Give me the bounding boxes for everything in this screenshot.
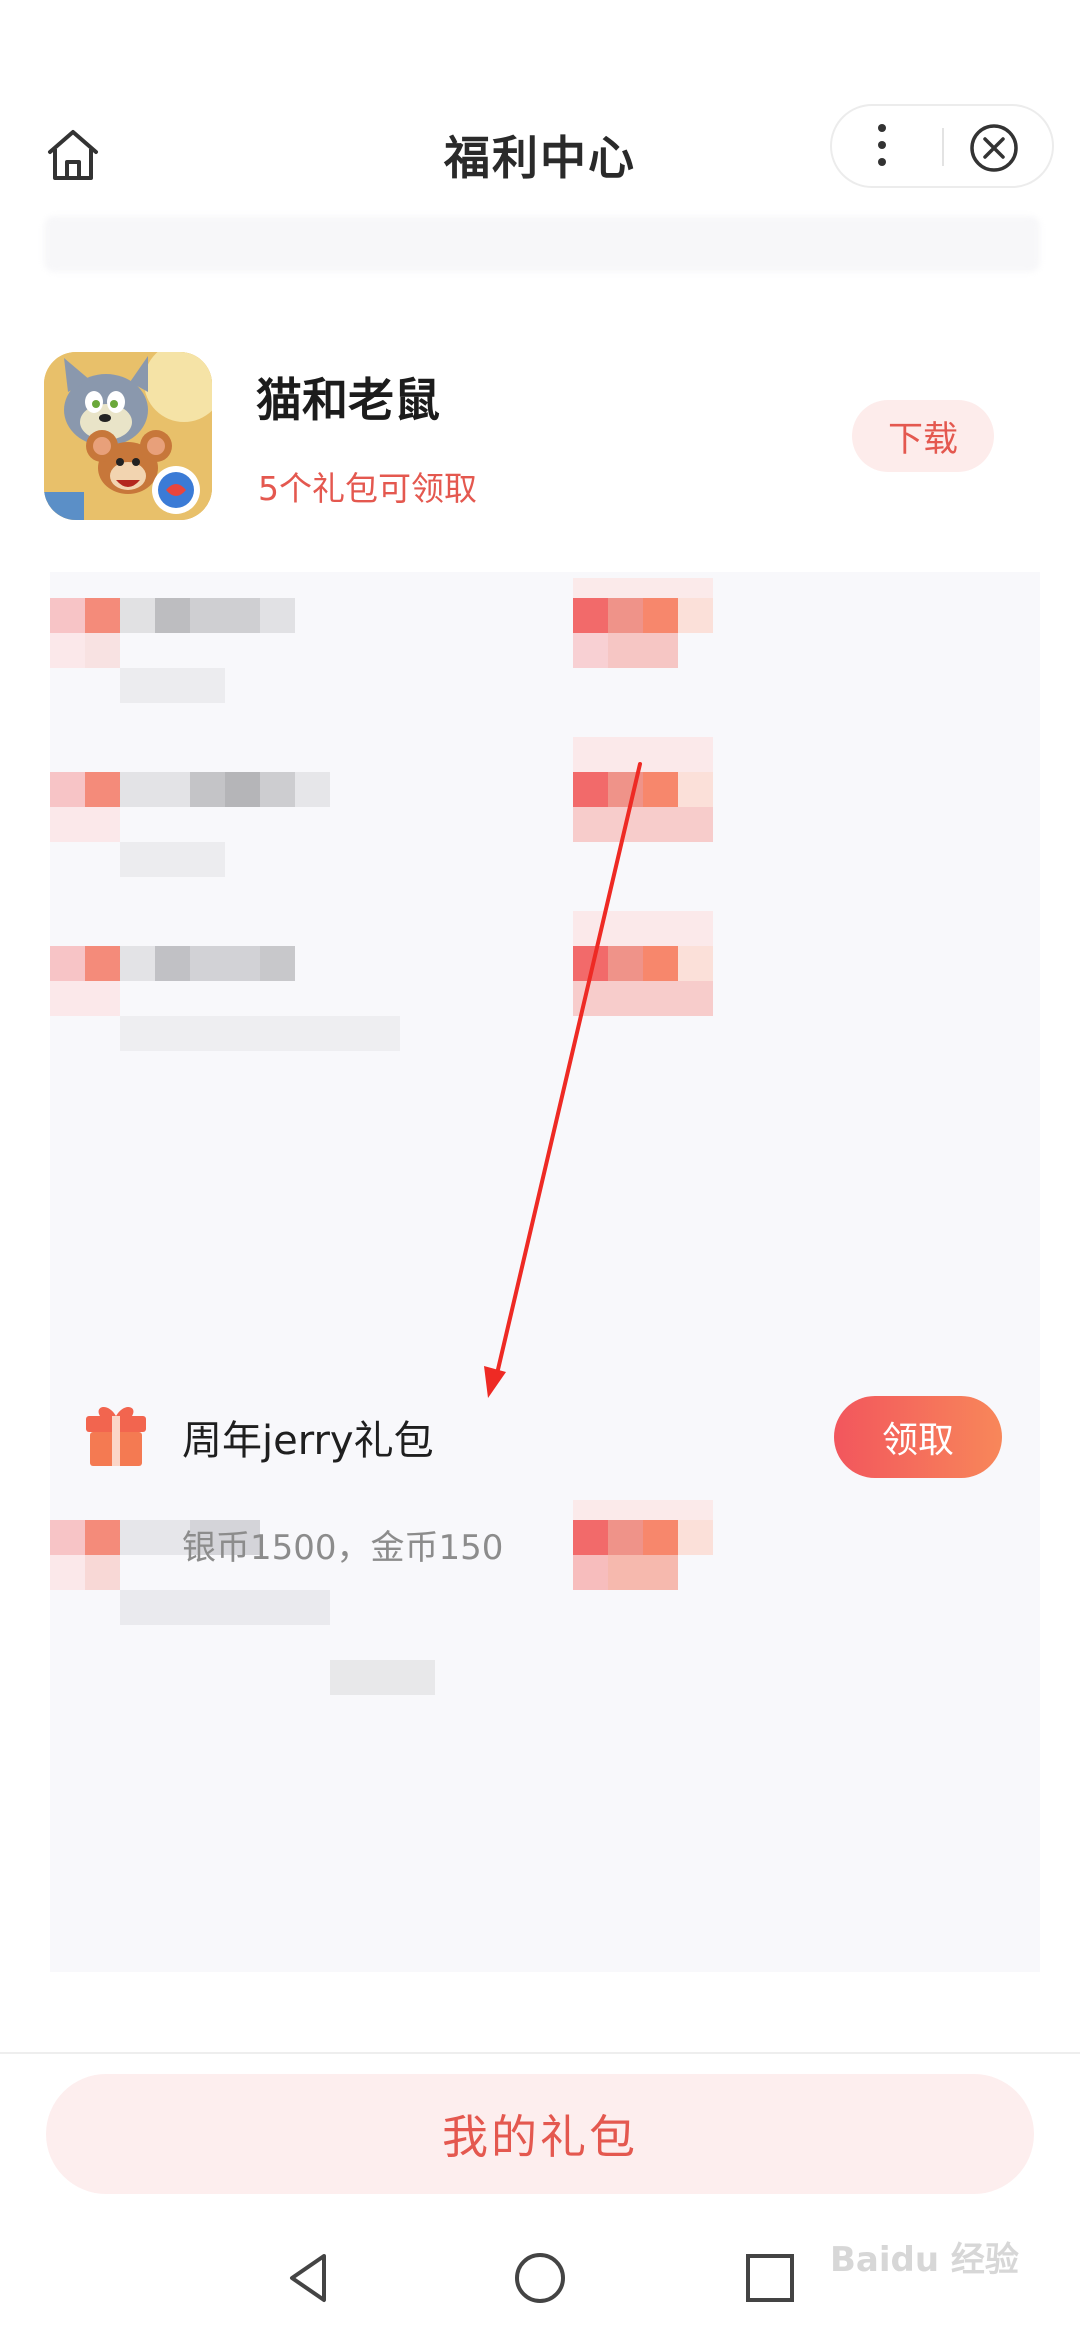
tom-and-jerry-artwork-icon xyxy=(44,352,212,520)
blurred-banner xyxy=(44,216,1040,272)
close-circle-icon[interactable] xyxy=(968,122,1020,174)
gift-description: 银币1500，金币150 xyxy=(182,1528,504,1568)
download-button[interactable]: 下载 xyxy=(852,400,994,472)
blurred-gift-row-spacer xyxy=(50,1116,1040,1356)
gift-title: 周年jerry礼包 xyxy=(182,1418,434,1464)
gift-list-panel xyxy=(50,572,1040,1972)
recent-square-icon[interactable] xyxy=(744,2252,796,2304)
gift-icon xyxy=(86,1406,146,1466)
watermark: Baidu 经验 xyxy=(830,2240,1019,2280)
capsule-divider xyxy=(942,128,944,166)
more-vertical-icon[interactable] xyxy=(872,120,892,172)
gift-count-text: 5个礼包可领取 xyxy=(258,469,477,508)
my-gifts-button[interactable]: 我的礼包 xyxy=(46,2074,1034,2194)
game-app-icon xyxy=(44,352,212,520)
home-circle-icon[interactable] xyxy=(512,2250,568,2306)
game-name: 猫和老鼠 xyxy=(256,373,440,427)
claim-button[interactable]: 领取 xyxy=(834,1396,1002,1478)
mini-program-capsule xyxy=(830,104,1054,188)
back-triangle-icon[interactable] xyxy=(282,2250,338,2306)
